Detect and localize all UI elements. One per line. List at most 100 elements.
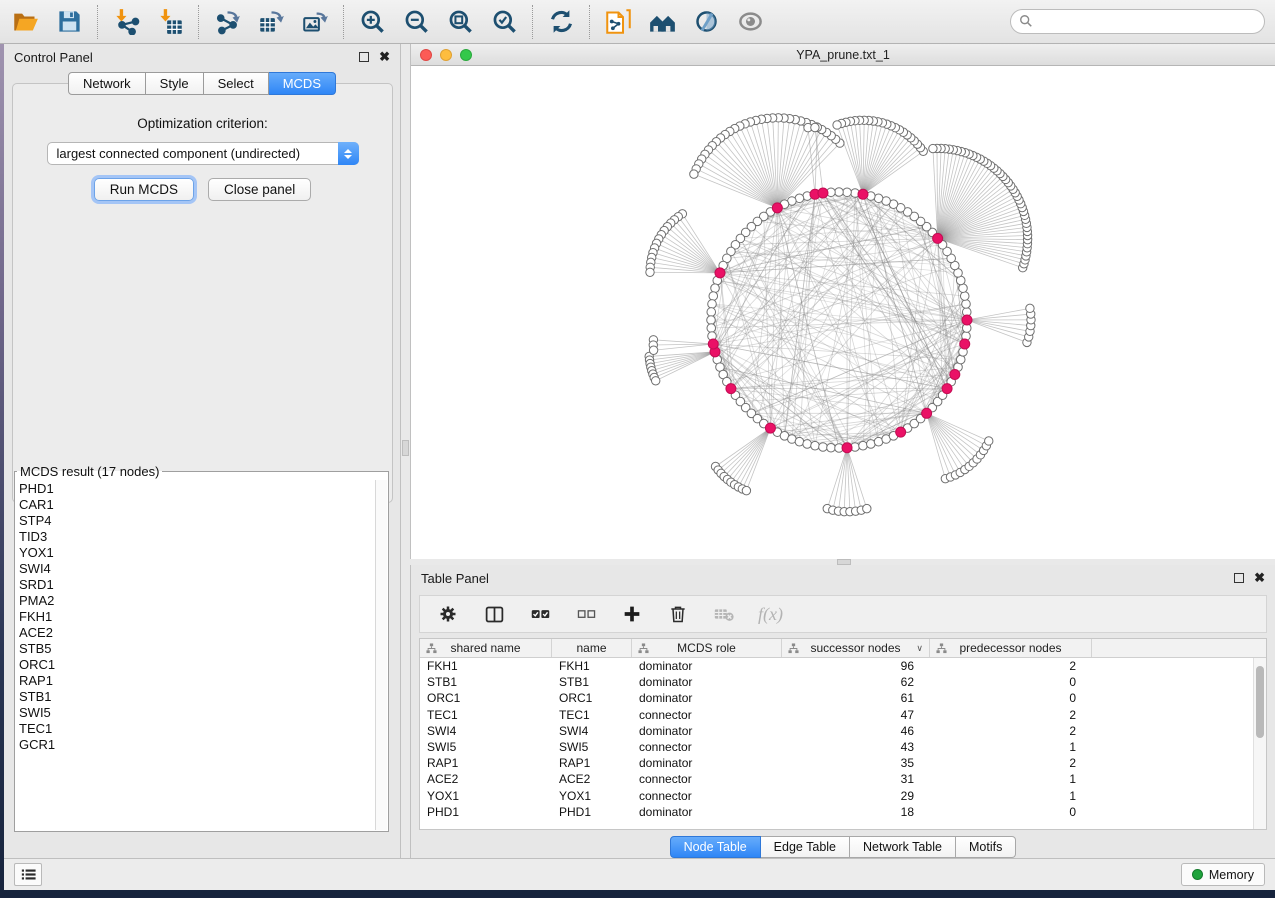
tab-edge-table[interactable]: Edge Table (761, 836, 850, 858)
tab-node-table[interactable]: Node Table (670, 836, 761, 858)
task-history-button[interactable] (14, 863, 42, 886)
float-panel-icon[interactable] (1234, 573, 1244, 583)
ring-node[interactable] (962, 300, 971, 309)
dominator-node[interactable] (950, 369, 960, 379)
unselect-all-icon[interactable] (574, 602, 598, 626)
export-image-icon[interactable] (300, 7, 330, 37)
open-session-icon[interactable] (10, 7, 40, 37)
satellite-node[interactable] (833, 121, 841, 129)
column-header-successor-nodes[interactable]: successor nodes∨ (782, 639, 930, 657)
table-row[interactable]: SWI4SWI4dominator462 (420, 723, 1266, 739)
ring-node[interactable] (711, 284, 720, 293)
search-input[interactable] (1010, 9, 1265, 34)
tab-network-table[interactable]: Network Table (850, 836, 956, 858)
tab-network[interactable]: Network (68, 72, 146, 95)
ring-node[interactable] (819, 443, 828, 452)
column-header-predecessor-nodes[interactable]: predecessor nodes (930, 639, 1092, 657)
table-row[interactable]: YOX1YOX1connector291 (420, 788, 1266, 804)
table-row[interactable]: ORC1ORC1dominator610 (420, 690, 1266, 706)
mcds-node-item[interactable]: YOX1 (19, 545, 376, 561)
mcds-node-item[interactable]: STB1 (19, 689, 376, 705)
dominator-node[interactable] (922, 408, 932, 418)
dominator-node[interactable] (842, 443, 852, 453)
mcds-node-item[interactable]: STB5 (19, 641, 376, 657)
dominator-node[interactable] (772, 203, 782, 213)
table-scrollbar[interactable] (1253, 658, 1266, 829)
run-mcds-button[interactable]: Run MCDS (94, 178, 194, 201)
column-header-name[interactable]: name (552, 639, 632, 657)
ring-node[interactable] (811, 441, 820, 450)
memory-button[interactable]: Memory (1181, 863, 1265, 886)
hide-glyph-icon[interactable] (691, 7, 721, 37)
satellite-node[interactable] (929, 144, 937, 152)
mcds-result-list[interactable]: PHD1CAR1STP4TID3YOX1SWI4SRD1PMA2FKH1ACE2… (19, 479, 376, 829)
dominator-node[interactable] (765, 423, 775, 433)
tab-motifs[interactable]: Motifs (956, 836, 1016, 858)
mcds-node-item[interactable]: SWI5 (19, 705, 376, 721)
vertical-splitter[interactable] (401, 44, 410, 858)
home-networks-icon[interactable] (647, 7, 677, 37)
satellite-node[interactable] (742, 486, 750, 494)
dominator-node[interactable] (960, 339, 970, 349)
dominator-node[interactable] (858, 189, 868, 199)
mcds-node-item[interactable]: FKH1 (19, 609, 376, 625)
ring-node[interactable] (707, 308, 716, 317)
scrollbar-thumb[interactable] (1256, 666, 1264, 738)
ring-node[interactable] (827, 443, 836, 452)
mcds-node-item[interactable]: ACE2 (19, 625, 376, 641)
satellite-node[interactable] (649, 346, 657, 354)
dominator-node[interactable] (942, 384, 952, 394)
mcds-node-item[interactable]: STP4 (19, 513, 376, 529)
close-panel-icon[interactable]: ✖ (1254, 573, 1265, 583)
table-row[interactable]: FKH1FKH1dominator962 (420, 658, 1266, 674)
satellite-node[interactable] (646, 268, 654, 276)
ring-node[interactable] (803, 440, 812, 449)
mcds-node-item[interactable]: SRD1 (19, 577, 376, 593)
zoom-in-icon[interactable] (357, 7, 387, 37)
criterion-dropdown[interactable]: largest connected component (undirected) (47, 142, 359, 165)
add-column-icon[interactable] (620, 602, 644, 626)
float-panel-icon[interactable] (359, 52, 369, 62)
delete-table-icon[interactable] (712, 602, 736, 626)
mcds-result-scrollbar[interactable] (375, 480, 387, 830)
dominator-node[interactable] (726, 384, 736, 394)
satellite-node[interactable] (985, 437, 993, 445)
table-row[interactable]: RAP1RAP1dominator352 (420, 755, 1266, 771)
ring-node[interactable] (707, 324, 716, 333)
select-all-icon[interactable] (528, 602, 552, 626)
import-network-icon[interactable] (111, 7, 141, 37)
column-header-shared-name[interactable]: shared name (420, 639, 552, 657)
dominator-node[interactable] (818, 188, 828, 198)
table-row[interactable]: STB1STB1dominator620 (420, 674, 1266, 690)
dominator-node[interactable] (962, 315, 972, 325)
zoom-fit-icon[interactable] (445, 7, 475, 37)
mcds-node-item[interactable]: CAR1 (19, 497, 376, 513)
zoom-out-icon[interactable] (401, 7, 431, 37)
satellite-node[interactable] (690, 170, 698, 178)
table-settings-icon[interactable] (436, 602, 460, 626)
tab-mcds[interactable]: MCDS (269, 72, 336, 95)
satellite-node[interactable] (1026, 304, 1034, 312)
dominator-node[interactable] (715, 268, 725, 278)
ring-node[interactable] (709, 292, 718, 301)
column-header-MCDS-role[interactable]: MCDS role (632, 639, 782, 657)
dominator-node[interactable] (708, 339, 718, 349)
ring-node[interactable] (843, 188, 852, 197)
dominator-node[interactable] (933, 233, 943, 243)
close-panel-button[interactable]: Close panel (208, 178, 311, 201)
satellite-node[interactable] (811, 123, 819, 131)
table-row[interactable]: ACE2ACE2connector311 (420, 771, 1266, 787)
zoom-selected-icon[interactable] (489, 7, 519, 37)
import-table-icon[interactable] (155, 7, 185, 37)
mcds-node-item[interactable]: PHD1 (19, 481, 376, 497)
export-table-icon[interactable] (256, 7, 286, 37)
network-document-icon[interactable] (603, 7, 633, 37)
split-table-icon[interactable] (482, 602, 506, 626)
tab-style[interactable]: Style (146, 72, 204, 95)
mcds-node-item[interactable]: TEC1 (19, 721, 376, 737)
table-row[interactable]: TEC1TEC1connector472 (420, 707, 1266, 723)
save-session-icon[interactable] (54, 7, 84, 37)
mcds-node-item[interactable]: SWI4 (19, 561, 376, 577)
satellite-node[interactable] (863, 504, 871, 512)
close-panel-icon[interactable]: ✖ (379, 52, 390, 62)
